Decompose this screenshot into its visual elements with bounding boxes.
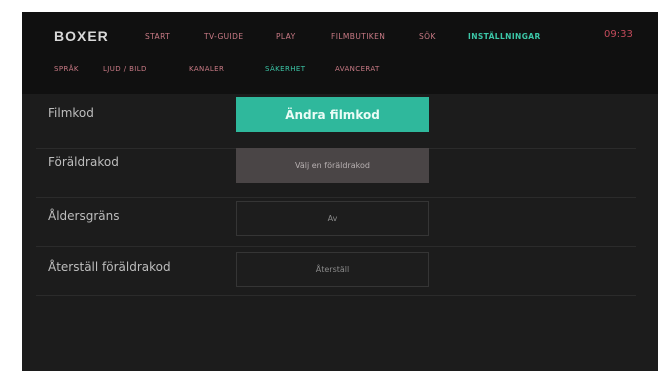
- label-filmkod: Filmkod: [48, 106, 94, 120]
- clock: 09:33: [604, 29, 633, 40]
- change-film-code-button[interactable]: Ändra filmkod: [236, 97, 429, 132]
- nav-installningar[interactable]: INSTÄLLNINGAR: [468, 32, 541, 41]
- top-bar: BOXER START TV-GUIDE PLAY FILMBUTIKEN SÖ…: [22, 12, 658, 94]
- row-divider: [36, 197, 636, 198]
- nav-play[interactable]: PLAY: [276, 32, 296, 41]
- subnav-avancerat[interactable]: AVANCERAT: [335, 65, 380, 73]
- label-aldersgrans: Åldersgräns: [48, 209, 120, 223]
- tv-screen: BOXER START TV-GUIDE PLAY FILMBUTIKEN SÖ…: [22, 12, 658, 371]
- subnav-ljud-bild[interactable]: LJUD / BILD: [103, 65, 147, 73]
- subnav-kanaler[interactable]: KANALER: [189, 65, 224, 73]
- label-aterstall-foraldrakod: Återställ föräldrakod: [48, 260, 171, 274]
- subnav-sprak[interactable]: SPRÅK: [54, 65, 79, 73]
- row-divider: [36, 246, 636, 247]
- row-divider: [36, 295, 636, 296]
- age-limit-select[interactable]: Av: [236, 201, 429, 236]
- nav-sok[interactable]: SÖK: [419, 32, 436, 41]
- brand-logo: BOXER: [54, 28, 109, 44]
- nav-filmbutiken[interactable]: FILMBUTIKEN: [331, 32, 385, 41]
- reset-parental-code-button[interactable]: Återställ: [236, 252, 429, 287]
- nav-start[interactable]: START: [145, 32, 170, 41]
- choose-parental-code-button[interactable]: Välj en föräldrakod: [236, 148, 429, 183]
- nav-tv-guide[interactable]: TV-GUIDE: [204, 32, 243, 41]
- label-foraldrakod: Föräldrakod: [48, 155, 119, 169]
- subnav-sakerhet[interactable]: SÄKERHET: [265, 65, 305, 73]
